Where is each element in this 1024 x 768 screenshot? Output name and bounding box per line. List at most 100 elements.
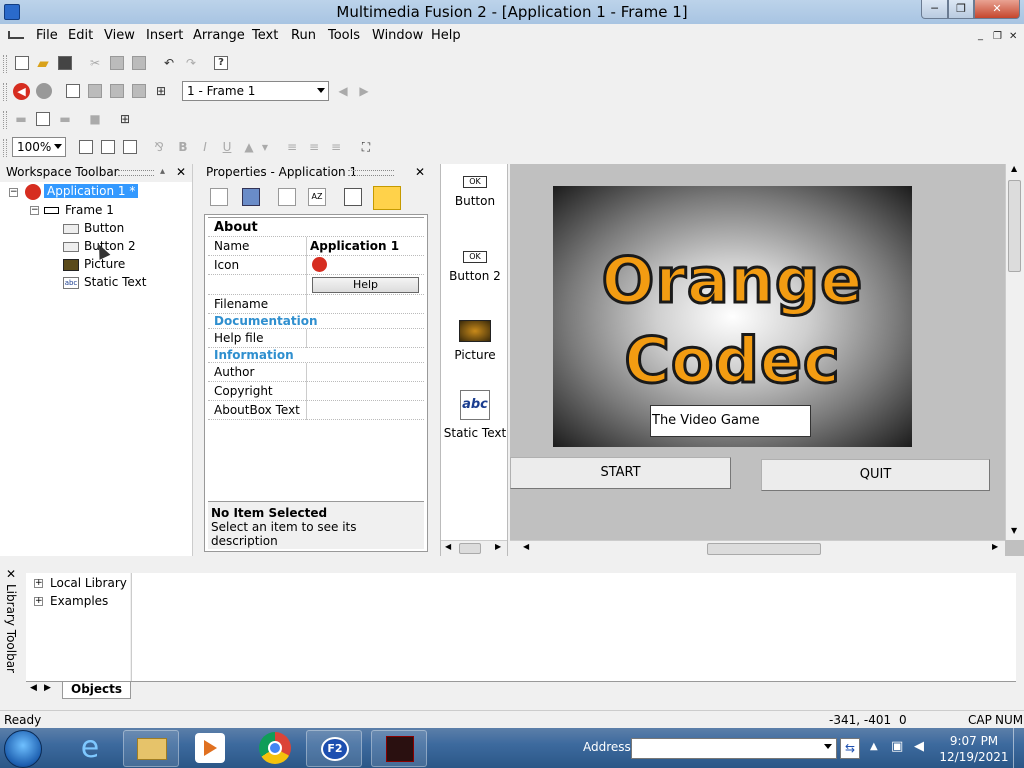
toolbar-grip[interactable] (3, 111, 7, 129)
library-examples[interactable]: Examples (50, 594, 108, 608)
scroll-thumb[interactable] (459, 543, 481, 554)
redo-icon[interactable]: ↷ (182, 54, 200, 72)
show-hidden-icons[interactable]: ▲ (870, 741, 878, 752)
stop-icon[interactable]: ◀ (13, 83, 30, 100)
show-desktop-button[interactable] (1013, 728, 1024, 768)
settings-tab-icon[interactable] (210, 188, 228, 206)
volume-icon[interactable]: ◀ (914, 739, 924, 754)
menu-file[interactable]: File (36, 28, 58, 43)
new-file-icon[interactable] (13, 54, 31, 72)
save-icon[interactable] (56, 54, 74, 72)
scroll-left-icon[interactable]: ◀ (445, 542, 451, 551)
objbar-scrollbar[interactable]: ◀ ▶ (441, 540, 507, 556)
close-panel-icon[interactable]: ✕ (6, 567, 16, 581)
mdi-minimize-button[interactable]: _ (978, 30, 983, 41)
data-elements-icon[interactable]: ⊞ (152, 82, 170, 100)
start-button-windows[interactable] (4, 730, 42, 768)
run-application-icon[interactable]: ▬ (12, 110, 30, 128)
grid-setup-icon[interactable] (121, 138, 139, 156)
tree-frame[interactable]: Frame 1 (65, 203, 114, 217)
paste-icon[interactable] (130, 54, 148, 72)
menu-window[interactable]: Window (372, 28, 423, 43)
start-button[interactable]: START (510, 457, 731, 489)
storyboard-editor-icon[interactable] (64, 82, 82, 100)
bold-icon[interactable]: B (174, 138, 192, 156)
scroll-right-icon[interactable]: ▶ (495, 542, 501, 551)
run-frame-icon[interactable] (34, 110, 52, 128)
italic-icon[interactable]: I (196, 138, 214, 156)
scroll-thumb[interactable] (1008, 180, 1021, 272)
show-grid-icon[interactable] (77, 138, 95, 156)
close-panel-icon[interactable]: ✕ (176, 165, 186, 179)
toolbar-grip[interactable] (3, 55, 7, 73)
collapse-icon[interactable]: − (30, 206, 39, 215)
events-tab-icon[interactable] (344, 188, 362, 206)
tab-scroll-left-icon[interactable]: ◀ (30, 683, 37, 693)
property-row-help-file[interactable]: Help file (208, 329, 424, 348)
font-icon[interactable]: ⅋ (150, 138, 168, 156)
scroll-down-icon[interactable]: ▼ (1011, 526, 1017, 535)
fit-frame-icon[interactable]: ⛶ (357, 138, 375, 156)
expand-icon[interactable]: + (34, 579, 43, 588)
library-local[interactable]: Local Library (50, 576, 127, 590)
mdi-restore-button[interactable]: ❐ (993, 31, 1002, 42)
tree-application[interactable]: Application 1 * (44, 184, 139, 198)
undo-icon[interactable]: ↶ (160, 54, 178, 72)
align-center-icon[interactable]: ≡ (305, 138, 323, 156)
previous-frame-icon[interactable]: ◀ (334, 82, 352, 100)
event-list-icon[interactable] (130, 82, 148, 100)
build-icon[interactable]: ■ (86, 110, 104, 128)
menu-tools[interactable]: Tools (328, 28, 360, 43)
scroll-right-icon[interactable]: ▶ (992, 542, 998, 551)
internet-explorer-icon[interactable]: e (70, 731, 110, 766)
tree-object-button[interactable]: Button (84, 221, 124, 235)
toolbar-grip[interactable] (3, 139, 7, 157)
chevron-down-icon[interactable] (824, 744, 832, 749)
about-tab-icon[interactable] (373, 186, 401, 210)
property-row-aboutbox[interactable]: AboutBox Text (208, 401, 424, 420)
tree-object-static-text[interactable]: Static Text (84, 275, 146, 289)
minimize-button[interactable]: ─ (921, 0, 948, 19)
frame-select[interactable]: 1 - Frame 1 (182, 81, 329, 101)
help-button[interactable]: Help (312, 277, 419, 293)
taskbar-app-fusion[interactable]: F2 (306, 730, 362, 767)
chevron-down-icon[interactable]: ▼ (256, 138, 274, 156)
scroll-left-icon[interactable]: ◀ (523, 542, 529, 551)
objbar-item-static-text[interactable]: abc Static Text (441, 390, 509, 440)
expand-icon[interactable]: + (34, 597, 43, 606)
property-row-author[interactable]: Author (208, 363, 424, 382)
objbar-item-button-2[interactable]: OK Button 2 (441, 251, 509, 283)
window-tab-icon[interactable] (242, 188, 260, 206)
property-row-filename[interactable]: Filename (208, 295, 424, 314)
toolbar-grip[interactable] (3, 83, 7, 101)
close-panel-icon[interactable]: ✕ (415, 165, 425, 179)
editor-vertical-scrollbar[interactable]: ▲ ▼ (1005, 164, 1024, 540)
clock[interactable]: 9:07 PM 12/19/2021 (938, 733, 1010, 765)
menu-insert[interactable]: Insert (146, 28, 183, 43)
tree-object-picture[interactable]: Picture (84, 257, 125, 271)
menu-run[interactable]: Run (291, 28, 316, 43)
menu-view[interactable]: View (104, 28, 135, 43)
record-icon[interactable] (36, 83, 52, 99)
mdi-close-button[interactable]: ✕ (1009, 31, 1017, 42)
tab-objects[interactable]: Objects (62, 682, 132, 699)
panel-grip[interactable] (348, 170, 394, 176)
go-icon[interactable]: ⇆ (840, 738, 860, 759)
maximize-button[interactable]: ❐ (948, 0, 974, 19)
quit-button[interactable]: QUIT (761, 459, 990, 491)
open-folder-icon[interactable]: ▰ (34, 54, 52, 72)
collapse-icon[interactable]: − (9, 188, 18, 197)
property-row-name[interactable]: Name Application 1 (208, 237, 424, 256)
taskbar-app-explorer[interactable] (123, 730, 179, 767)
taskbar-app-game[interactable] (371, 730, 427, 767)
build-run-icon[interactable]: ⊞ (116, 110, 134, 128)
snap-grid-icon[interactable] (99, 138, 117, 156)
tab-scroll-right-icon[interactable]: ▶ (44, 683, 51, 693)
address-input[interactable] (631, 738, 837, 759)
editor-horizontal-scrollbar[interactable]: ◀ ▶ (510, 540, 1005, 556)
network-icon[interactable]: ▣ (891, 739, 903, 754)
scroll-up-icon[interactable]: ▲ (1011, 164, 1017, 173)
next-frame-icon[interactable]: ▶ (355, 82, 373, 100)
underline-icon[interactable]: U (218, 138, 236, 156)
objbar-item-button[interactable]: OK Button (441, 176, 509, 208)
